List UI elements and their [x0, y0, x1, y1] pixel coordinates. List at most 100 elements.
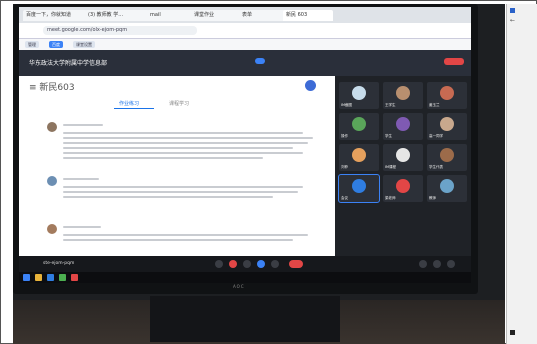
avatar: [47, 176, 57, 186]
participant-gallery: IM截图 王学生 姜玉兰 操作 学生 高一同学 刘菲 IM课程 学生代表 会议 …: [335, 76, 471, 256]
post-text-line: [63, 132, 303, 134]
post-text-line: [63, 147, 293, 149]
avatar: [396, 179, 410, 193]
participant-tile[interactable]: 教师: [427, 175, 467, 202]
adjacent-window-edge: [506, 4, 537, 344]
app-icon: [510, 8, 515, 13]
browser-tab[interactable]: 课堂作业: [191, 10, 241, 21]
tab-assignments[interactable]: 作业练习: [119, 100, 139, 107]
hang-up-button[interactable]: [289, 260, 303, 268]
monitor-stand: [150, 296, 340, 342]
post-text-line: [63, 191, 298, 193]
camera-off-icon[interactable]: [229, 260, 237, 268]
folder-icon[interactable]: [35, 274, 42, 281]
participant-tile[interactable]: IM课程: [383, 144, 423, 171]
app-icon[interactable]: [59, 274, 66, 281]
avatar: [396, 117, 410, 131]
browser-tab-bar: 百度一下，你就知道 (3) 教师教 学... mail 课堂作业 表单 新民 6…: [19, 7, 471, 23]
post-text-line: [63, 137, 313, 139]
participant-name: 刘菲: [341, 165, 348, 169]
participant-name: IM截图: [341, 103, 353, 107]
chat-icon[interactable]: [447, 260, 455, 268]
participant-name: 王学生: [385, 103, 396, 107]
toggle-switch[interactable]: [255, 58, 265, 64]
participant-tile[interactable]: 高一同学: [427, 113, 467, 140]
participant-tile[interactable]: 学生: [383, 113, 423, 140]
meeting-controls-bar: ste-ejom-pqm: [19, 256, 471, 272]
alert-pill[interactable]: [444, 58, 464, 65]
back-arrow-icon[interactable]: ←: [510, 17, 515, 24]
meeting-code: ste-ejom-pqm: [43, 261, 75, 266]
participant-name: 学生: [385, 134, 392, 138]
post-text-line: [63, 239, 293, 241]
post-author: [63, 226, 101, 228]
avatar[interactable]: [305, 80, 316, 91]
mic-icon[interactable]: [215, 260, 223, 268]
document-panel: ≡ 新民603 作业练习 课程学习: [19, 76, 335, 256]
participant-tile[interactable]: 学生代表: [427, 144, 467, 171]
captions-icon[interactable]: [243, 260, 251, 268]
monitor-screen: 百度一下，你就知道 (3) 教师教 学... mail 课堂作业 表单 新民 6…: [19, 7, 471, 283]
start-icon[interactable]: [23, 274, 30, 281]
post-author: [63, 124, 103, 126]
participant-tile[interactable]: 梁老师: [383, 175, 423, 202]
browser-icon[interactable]: [47, 274, 54, 281]
participant-name: 会议: [341, 196, 348, 200]
browser-tab[interactable]: (3) 教师教 学...: [85, 10, 149, 21]
participant-tile-active[interactable]: 会议: [338, 174, 380, 203]
participant-tile[interactable]: 操作: [339, 113, 379, 140]
url-input[interactable]: meet.google.com/olx-ejom-pqm: [43, 26, 197, 35]
avatar: [396, 148, 410, 162]
browser-tab-active[interactable]: 新民 603: [283, 10, 333, 21]
post-text-line: [63, 142, 308, 144]
avatar: [47, 122, 57, 132]
participant-name: 姜玉兰: [429, 103, 440, 107]
meeting-header: 华东政法大学附属中学信息部: [19, 50, 471, 76]
post-text-line: [63, 157, 263, 159]
avatar: [352, 86, 366, 100]
address-bar: meet.google.com/olx-ejom-pqm: [19, 23, 471, 39]
document-title: ≡ 新民603: [29, 83, 75, 93]
avatar: [47, 224, 57, 234]
participant-tile[interactable]: 刘菲: [339, 144, 379, 171]
browser-tab[interactable]: mail: [147, 10, 193, 21]
avatar: [440, 117, 454, 131]
participant-tile[interactable]: IM截图: [339, 82, 379, 109]
os-taskbar: [19, 272, 471, 283]
avatar: [440, 179, 454, 193]
avatar: [396, 86, 410, 100]
taskbar-icon: [510, 330, 515, 335]
tab-indicator: [114, 108, 154, 109]
avatar: [440, 148, 454, 162]
present-icon[interactable]: [257, 260, 265, 268]
monitor-brand: AOC: [233, 284, 245, 289]
meeting-title-left: 华东政法大学附属中学信息部: [29, 60, 108, 67]
participant-name: 梁老师: [385, 196, 396, 200]
avatar: [352, 117, 366, 131]
post-text-line: [63, 152, 303, 154]
post-text-line: [63, 234, 308, 236]
app-icon[interactable]: [71, 274, 78, 281]
post-text-line: [63, 196, 273, 198]
participant-tile[interactable]: 姜玉兰: [427, 82, 467, 109]
bookmarks-bar: 管理 百度 课堂设置: [19, 39, 471, 50]
avatar: [352, 179, 366, 193]
participant-name: 教师: [429, 196, 436, 200]
browser-tab[interactable]: 百度一下，你就知道: [23, 10, 87, 21]
photo-of-monitor: AOC 百度一下，你就知道 (3) 教师教 学... mail 课堂作业 表单 …: [13, 4, 505, 344]
bookmark-item[interactable]: 管理: [25, 41, 39, 48]
participant-name: 高一同学: [429, 134, 443, 138]
avatar: [352, 148, 366, 162]
post-author: [63, 178, 99, 180]
people-icon[interactable]: [433, 260, 441, 268]
tab-lessons[interactable]: 课程学习: [169, 100, 189, 107]
avatar: [440, 86, 454, 100]
more-options-icon[interactable]: [271, 260, 279, 268]
browser-tab[interactable]: 表单: [239, 10, 285, 21]
participant-tile[interactable]: 王学生: [383, 82, 423, 109]
info-icon[interactable]: [419, 260, 427, 268]
participant-name: 学生代表: [429, 165, 443, 169]
bookmark-item[interactable]: 课堂设置: [73, 41, 95, 48]
post-text-line: [63, 186, 303, 188]
bookmark-item[interactable]: 百度: [49, 41, 63, 48]
